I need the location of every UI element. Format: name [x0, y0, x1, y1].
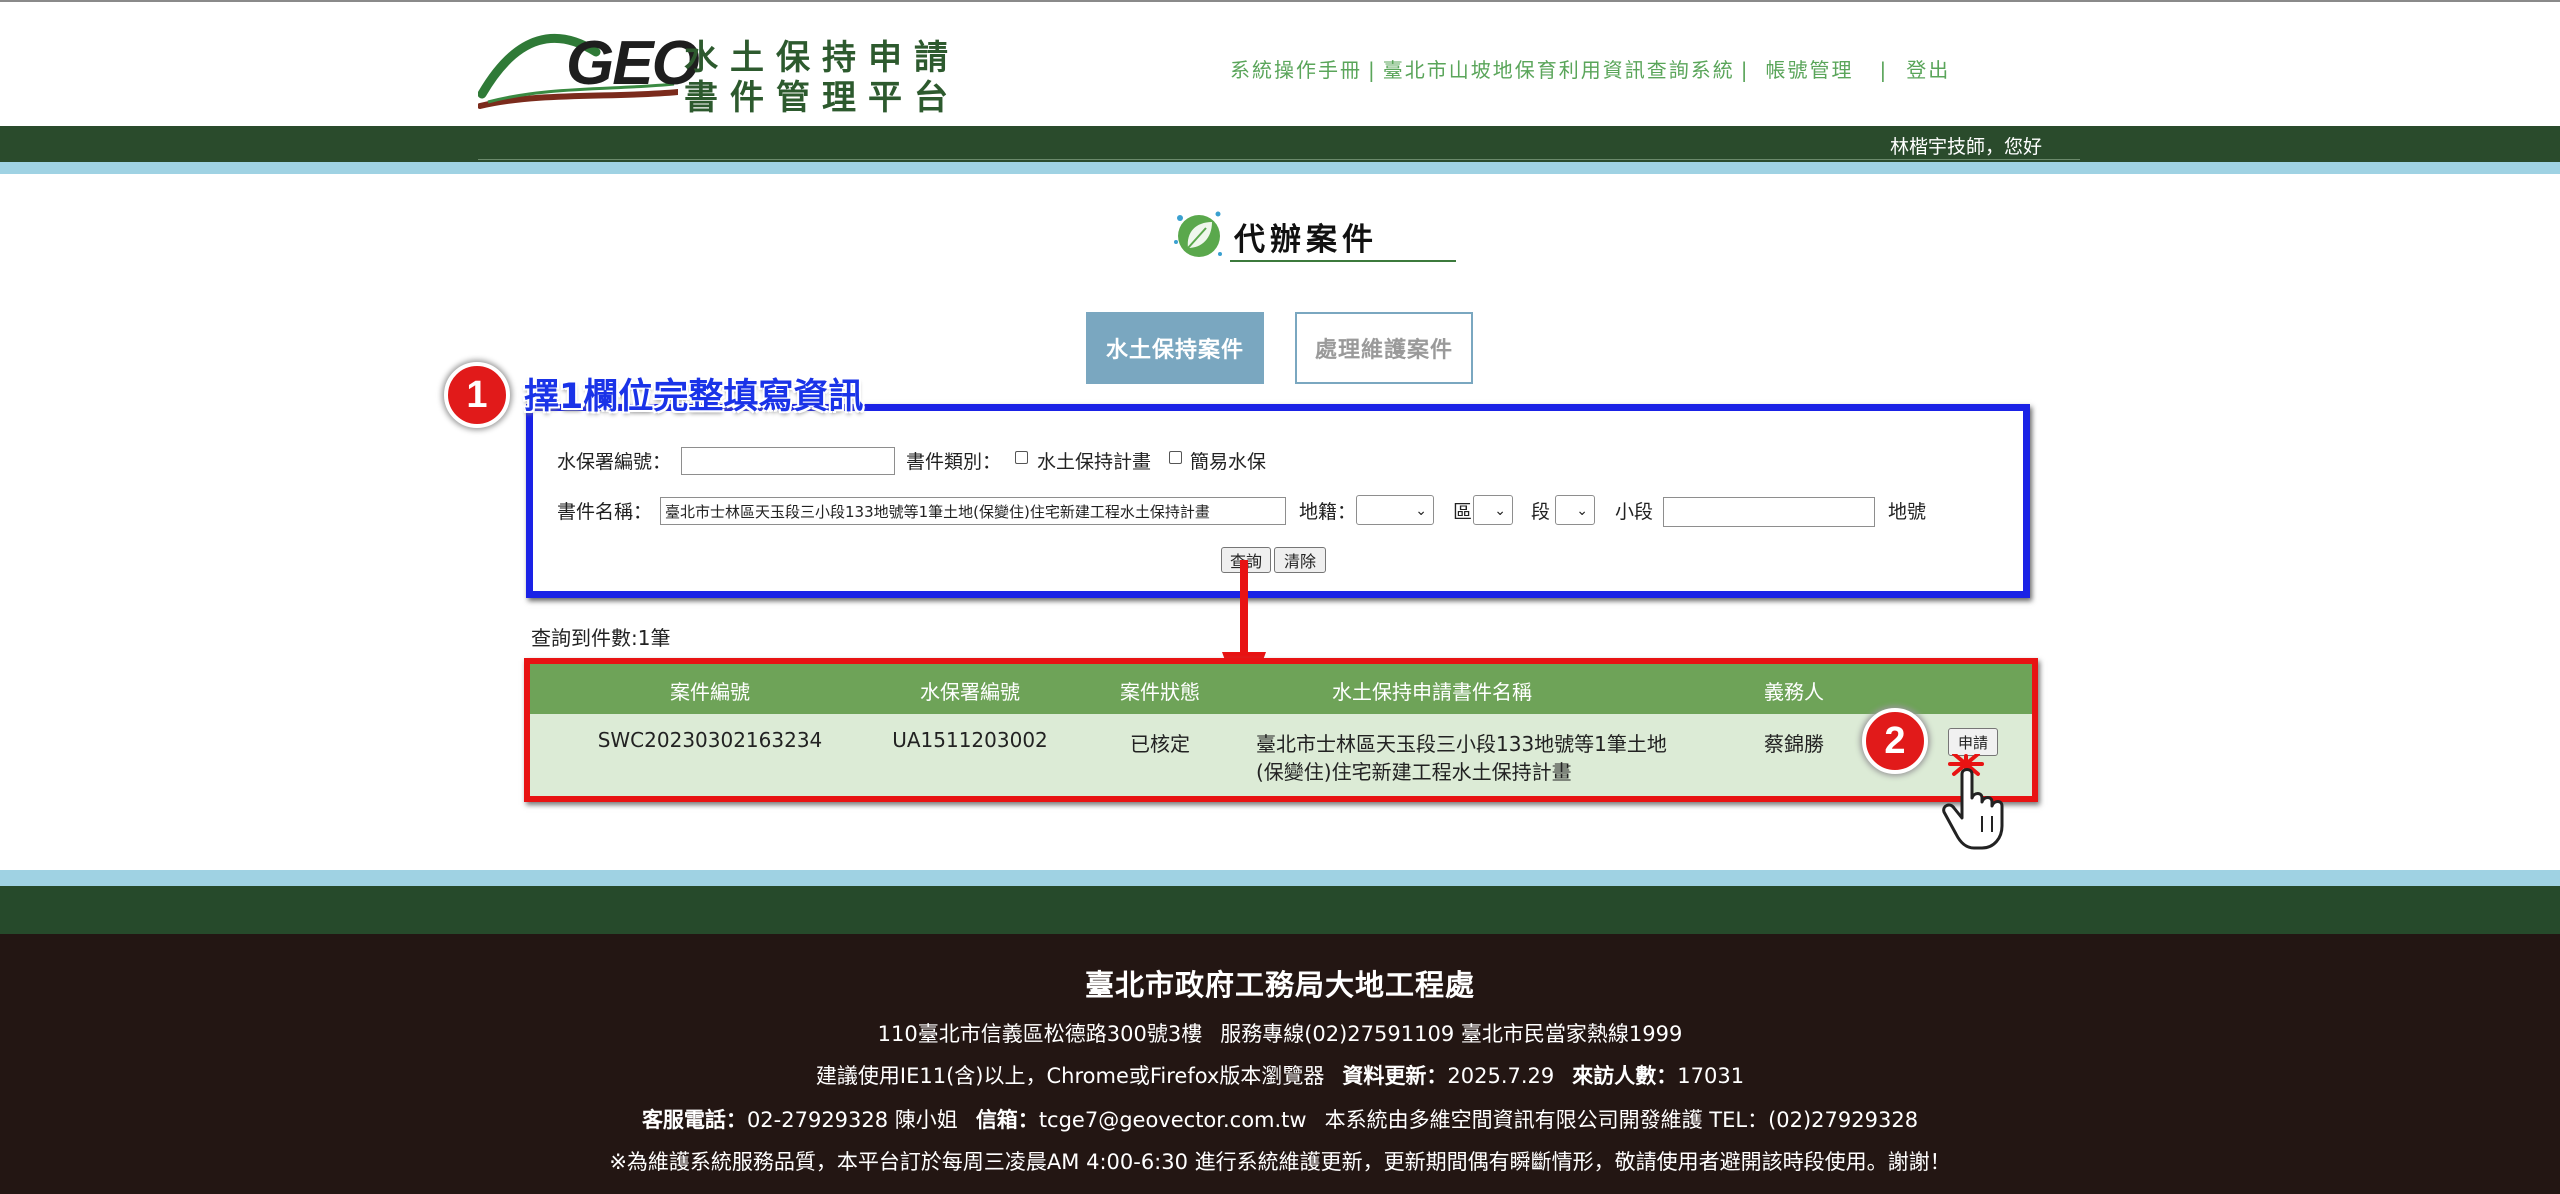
district-select[interactable]: ⌄ — [1473, 495, 1513, 525]
swc-number-label: 水保署編號： — [557, 451, 672, 473]
footer-green-bar — [0, 886, 2560, 934]
col-doc-name: 水土保持申請書件名稱 — [1332, 680, 1532, 704]
footer-email-label: 信箱： — [975, 1108, 1039, 1132]
hand-cursor-icon — [1942, 754, 2004, 850]
doc-name-label: 書件名稱： — [557, 501, 653, 523]
clear-button[interactable]: 清除 — [1274, 547, 1326, 573]
table-row: SWC20230302163234 UA1511203002 已核定 臺北市士林… — [530, 714, 2032, 796]
user-bar: 林楷宇技師，您好 — [0, 126, 2560, 162]
footer-email-link[interactable]: tcge7@geovector.com.tw — [1039, 1108, 1307, 1132]
nav-separator: | — [1368, 58, 1377, 82]
lot-label: 地號 — [1888, 501, 1927, 523]
chevron-down-icon: ⌄ — [1576, 503, 1588, 519]
footer-phone-label: 客服電話： — [641, 1108, 747, 1132]
footer-phone-value: 02-27929328 陳小姐 — [746, 1108, 958, 1132]
nav-account-link[interactable]: 帳號管理 — [1766, 58, 1854, 82]
site-footer: 臺北市政府工務局大地工程處 110臺北市信義區松德路300號3樓 服務專線(02)… — [0, 934, 2560, 1194]
nav-manual-link[interactable]: 系統操作手冊 — [1230, 58, 1362, 82]
subsection-label: 小段 — [1615, 501, 1654, 523]
step2-badge: 2 — [1862, 708, 1928, 774]
cell-doc-name-line1: 臺北市士林區天玉段三小段133地號等1筆土地 — [1256, 732, 1667, 756]
step1-badge: 1 — [444, 362, 510, 428]
nav-separator: | — [1879, 58, 1889, 82]
tab-maintenance-cases[interactable]: 處理維護案件 — [1295, 312, 1473, 384]
footer-maintenance-notice: ※為維護系統服務品質，本平台訂於每周三凌晨AM 4:00-6:30 進行系統維護… — [609, 1150, 1951, 1174]
footer-browser-note: 建議使用IE11(含)以上，Chrome或Firefox版本瀏覽器 — [815, 1064, 1325, 1088]
footer-hotline: 服務專線(02)27591109 臺北市民當家熱線1999 — [1220, 1022, 1683, 1046]
platform-title-line2: 書件管理平台 — [684, 78, 960, 118]
footer-visitors-label: 來訪人數： — [1572, 1064, 1678, 1088]
footer-org: 臺北市政府工務局大地工程處 — [1084, 968, 1475, 1002]
footer-support: 客服電話：02-27929328 陳小姐 信箱：tcge7@geovector.c… — [0, 1104, 2560, 1134]
step1-instruction: 擇1欄位完整填寫資訊 — [524, 377, 864, 417]
chevron-down-icon: ⌄ — [1415, 503, 1427, 519]
doc-type-plan-label: 水土保持計畫 — [1037, 451, 1152, 473]
top-nav: 系統操作手冊 | 臺北市山坡地保育利用資訊查詢系統 | 帳號管理 | 登出 — [1230, 54, 1950, 83]
doc-type-plan-checkbox[interactable] — [1015, 451, 1028, 464]
footer-contact: 110臺北市信義區松德路300號3樓 服務專線(02)27591109 臺北市民當… — [0, 1018, 2560, 1048]
doc-type-simple-label: 簡易水保 — [1190, 451, 1267, 473]
land-select[interactable]: ⌄ — [1356, 495, 1434, 525]
site-logo[interactable]: GEO 水土保持申請 書件管理平台 — [478, 22, 948, 118]
subsection-input[interactable] — [1663, 497, 1875, 527]
col-obligor: 義務人 — [1764, 680, 1824, 704]
district-label: 區 — [1453, 501, 1473, 523]
site-header: GEO 水土保持申請 書件管理平台 系統操作手冊 | 臺北市山坡地保育利用資訊查詢系… — [0, 2, 2560, 126]
section-label: 段 — [1531, 501, 1551, 523]
cell-status: 已核定 — [1130, 732, 1190, 756]
divider — [478, 159, 2080, 160]
footer-info: 建議使用IE11(含)以上，Chrome或Firefox版本瀏覽器 資料更新：20… — [0, 1060, 2560, 1090]
logo-text: GEO — [566, 29, 700, 98]
header-accent-bar — [0, 162, 2560, 174]
table-header: 案件編號 水保署編號 案件狀態 水土保持申請書件名稱 義務人 — [530, 664, 2032, 714]
nav-logout-link[interactable]: 登出 — [1906, 58, 1950, 82]
page-title-text: 代辦案件 — [1234, 222, 1378, 258]
col-swc-id: 水保署編號 — [920, 680, 1020, 704]
footer-update-value: 2025.7.29 — [1447, 1064, 1555, 1088]
search-form: 水保署編號： 書件類別： 水土保持計畫 簡易水保 書件名稱： 臺北市士林區天玉段… — [526, 404, 2030, 598]
col-case-id: 案件編號 — [670, 680, 750, 704]
section-select[interactable]: ⌄ — [1555, 495, 1595, 525]
user-greeting: 林楷宇技師，您好 — [1889, 136, 2042, 158]
footer-accent-bar — [0, 870, 2560, 886]
cell-doc-name-line2: (保變住)住宅新建工程水土保持計畫 — [1256, 760, 1572, 784]
title-underline — [1230, 260, 1456, 262]
tab-soil-water-cases[interactable]: 水土保持案件 — [1086, 312, 1264, 384]
footer-update-label: 資料更新： — [1342, 1064, 1448, 1088]
footer-visitors-value: 17031 — [1677, 1064, 1745, 1088]
chevron-down-icon: ⌄ — [1494, 503, 1506, 519]
footer-maintainer: 本系統由多維空間資訊有限公司開發維護 TEL：(02)27929328 — [1324, 1108, 1919, 1132]
doc-type-simple-checkbox[interactable] — [1169, 451, 1182, 464]
results-table: 案件編號 水保署編號 案件狀態 水土保持申請書件名稱 義務人 SWC202303… — [524, 658, 2038, 802]
leaf-icon — [1174, 211, 1222, 257]
swc-number-input[interactable] — [681, 447, 895, 475]
cell-obligor: 蔡錦勝 — [1764, 732, 1824, 756]
result-count: 查詢到件數:1筆 — [531, 626, 671, 650]
apply-button[interactable]: 申請 — [1948, 728, 1998, 756]
doc-type-label: 書件類別： — [906, 451, 1002, 473]
land-label: 地籍： — [1299, 501, 1357, 523]
nav-slope-system-link[interactable]: 臺北市山坡地保育利用資訊查詢系統 — [1383, 58, 1735, 82]
footer-address: 110臺北市信義區松德路300號3樓 — [877, 1022, 1203, 1046]
doc-name-input[interactable]: 臺北市士林區天玉段三小段133地號等1筆土地(保變住)住宅新建工程水土保持計畫 — [660, 497, 1286, 525]
nav-separator: | — [1740, 58, 1750, 82]
col-status: 案件狀態 — [1120, 680, 1200, 704]
cell-case-id: SWC20230302163234 — [597, 728, 823, 752]
cell-swc-id: UA1511203002 — [892, 728, 1048, 752]
